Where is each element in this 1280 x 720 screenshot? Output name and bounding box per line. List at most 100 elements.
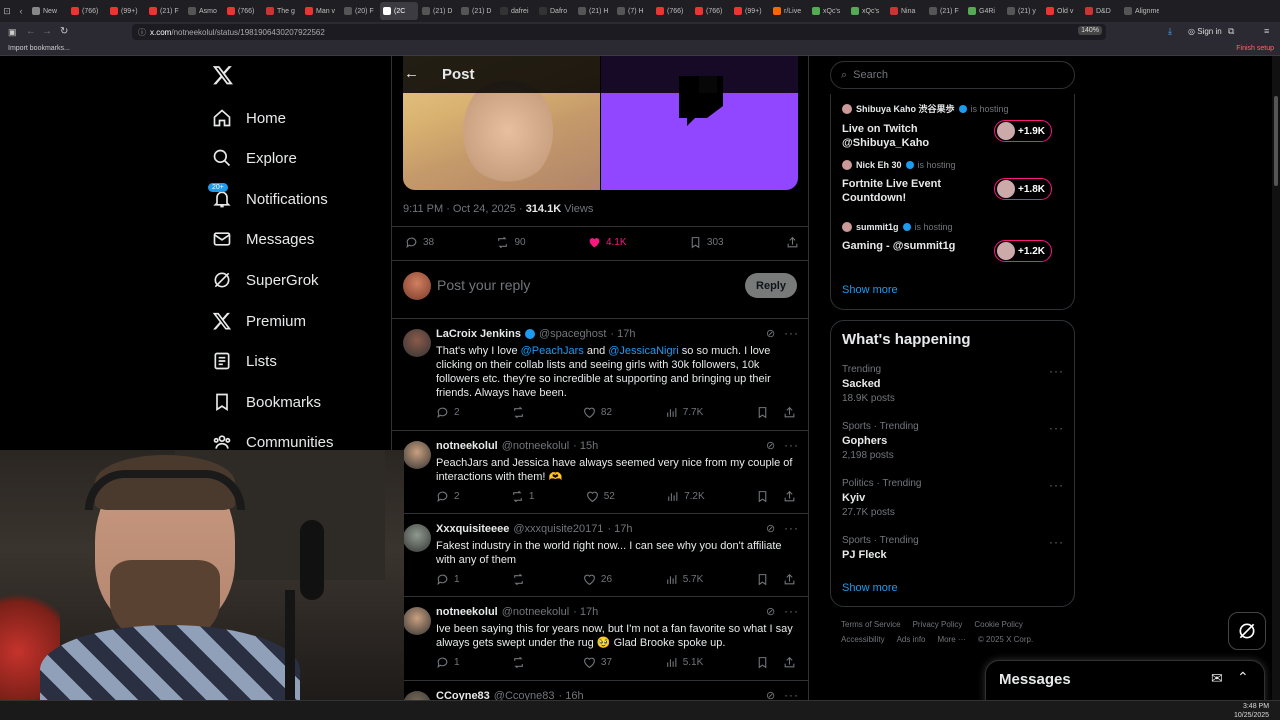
footer-link[interactable]: Accessibility: [841, 635, 885, 644]
reply-author-name[interactable]: LaCroix Jenkins: [436, 328, 521, 340]
browser-tab[interactable]: (21) D: [419, 2, 457, 20]
x-logo-icon[interactable]: [212, 64, 234, 89]
reply-author-handle[interactable]: @notneekolul: [502, 606, 569, 618]
footer-link[interactable]: Terms of Service: [841, 620, 901, 629]
mention-link[interactable]: @PeachJars: [521, 345, 584, 357]
trend-item[interactable]: Politics · Trending Kyiv 27.7K posts ···: [842, 478, 1064, 518]
reply-action[interactable]: 1: [436, 573, 460, 586]
new-message-icon[interactable]: ✉: [1211, 670, 1223, 687]
trend-more-icon[interactable]: ···: [1049, 364, 1064, 378]
share-action[interactable]: [783, 406, 796, 419]
repost-action[interactable]: [512, 406, 530, 419]
browser-tab[interactable]: Alignment: [1121, 2, 1159, 20]
reply-tweet[interactable]: Xxxquisiteeee @xxxquisite20171 · 17h ⊘ ··· Fa…: [392, 513, 808, 596]
tab-overview-icon[interactable]: ⊡: [0, 6, 14, 17]
more-options-icon[interactable]: ···: [784, 521, 799, 535]
browser-tab[interactable]: (21) F: [926, 2, 964, 20]
browser-tab[interactable]: r/Live: [770, 2, 808, 20]
avatar[interactable]: [403, 329, 431, 357]
browser-tab[interactable]: (20) F: [341, 2, 379, 20]
live-title[interactable]: Fortnite Live Event Countdown!: [842, 177, 1002, 205]
sidebar-item-premium[interactable]: Premium: [212, 306, 306, 336]
menu-icon[interactable]: ≡: [1264, 26, 1269, 36]
reply-button[interactable]: Reply: [745, 273, 797, 298]
reply-tweet[interactable]: notneekolul @notneekolul · 17h ⊘ ··· Ive been…: [392, 596, 808, 680]
repost-action[interactable]: [512, 656, 530, 669]
grok-explain-icon[interactable]: ⊘: [766, 327, 775, 340]
repost-action[interactable]: [512, 573, 530, 586]
live-stream-item[interactable]: Shibuya Kaho 渋谷果歩 is hosting Live on Twitc…: [842, 102, 1064, 154]
listener-count-pill[interactable]: +1.2K: [994, 240, 1052, 262]
reply-tweet[interactable]: notneekolul @notneekolul · 15h ⊘ ··· PeachJar…: [392, 430, 808, 513]
avatar[interactable]: [403, 607, 431, 635]
views-action[interactable]: 7.7K: [665, 406, 703, 419]
like-action[interactable]: 37: [583, 656, 612, 669]
browser-tab[interactable]: New: [29, 2, 67, 20]
grok-button[interactable]: [1228, 612, 1266, 650]
footer-link[interactable]: Cookie Policy: [974, 620, 1022, 629]
show-more-live[interactable]: Show more: [842, 284, 898, 296]
repost-action[interactable]: 90: [496, 236, 526, 249]
listener-count-pill[interactable]: +1.9K: [994, 120, 1052, 142]
avatar[interactable]: [403, 524, 431, 552]
messages-drawer[interactable]: Messages ✉ ⌃: [985, 660, 1265, 705]
reply-input[interactable]: Post your reply: [437, 277, 530, 293]
trend-item[interactable]: Sports · Trending Gophers 2,198 posts ···: [842, 421, 1064, 461]
host-name[interactable]: summit1g: [856, 222, 899, 232]
like-action[interactable]: 26: [583, 573, 612, 586]
live-stream-item[interactable]: Nick Eh 30 is hosting Fortnite Live Event …: [842, 160, 1064, 212]
reply-action[interactable]: 2: [436, 406, 460, 419]
browser-tab[interactable]: Nina: [887, 2, 925, 20]
sign-in-button[interactable]: ◎ Sign in: [1188, 27, 1222, 36]
footer-link[interactable]: Ads info: [897, 635, 926, 644]
browser-tab[interactable]: D&D: [1082, 2, 1120, 20]
sidebar-item-notifications[interactable]: Notifications 20+: [208, 183, 328, 214]
browser-tab[interactable]: (99+): [731, 2, 769, 20]
trend-more-icon[interactable]: ···: [1049, 478, 1064, 492]
bookmark-action[interactable]: [756, 656, 769, 669]
finish-setup-link[interactable]: Finish setup: [1236, 45, 1274, 52]
browser-tab[interactable]: dafrei: [497, 2, 535, 20]
reply-action[interactable]: 2: [436, 490, 460, 503]
show-more-trends[interactable]: Show more: [842, 582, 898, 594]
reply-author-name[interactable]: notneekolul: [436, 606, 498, 618]
extensions-icon[interactable]: ⧉: [1228, 26, 1234, 37]
repost-action[interactable]: 1: [511, 490, 534, 503]
bookmark-action[interactable]: [756, 573, 769, 586]
share-action[interactable]: [783, 656, 796, 669]
share-action[interactable]: [786, 236, 799, 249]
like-action[interactable]: 82: [583, 406, 612, 419]
browser-tab[interactable]: (766): [653, 2, 691, 20]
back-arrow-icon[interactable]: ←: [404, 65, 419, 82]
more-options-icon[interactable]: ···: [784, 326, 799, 340]
avatar[interactable]: [403, 441, 431, 469]
host-name[interactable]: Shibuya Kaho 渋谷果歩: [856, 102, 955, 115]
sidebar-toggle-icon[interactable]: ▣: [8, 27, 17, 38]
browser-tab[interactable]: (2C: [380, 2, 418, 20]
browser-tab[interactable]: (766): [692, 2, 730, 20]
reply-author-handle[interactable]: @xxxquisite20171: [513, 523, 603, 535]
browser-tab[interactable]: Asmo: [185, 2, 223, 20]
reload-icon[interactable]: ↻: [60, 26, 68, 37]
browser-tab[interactable]: (21) H: [575, 2, 613, 20]
reply-author-name[interactable]: notneekolul: [436, 440, 498, 452]
grok-explain-icon[interactable]: ⊘: [766, 439, 775, 452]
sidebar-item-home[interactable]: Home: [212, 103, 286, 133]
browser-tab[interactable]: (766): [224, 2, 262, 20]
live-stream-item[interactable]: summit1g is hosting Gaming - @summit1g +1.2…: [842, 222, 1064, 274]
bookmark-action[interactable]: 303: [689, 236, 724, 249]
more-options-icon[interactable]: ···: [784, 604, 799, 618]
trend-item[interactable]: Trending Sacked 18.9K posts ···: [842, 364, 1064, 404]
like-action[interactable]: 52: [586, 490, 615, 503]
live-title[interactable]: Gaming - @summit1g: [842, 239, 1002, 253]
forward-icon[interactable]: →: [42, 26, 52, 37]
share-action[interactable]: [783, 490, 796, 503]
browser-tab[interactable]: (21) F: [146, 2, 184, 20]
browser-tab[interactable]: (99+): [107, 2, 145, 20]
trend-item[interactable]: Sports · Trending PJ Fleck ···: [842, 535, 1064, 564]
browser-tab[interactable]: (766): [68, 2, 106, 20]
views-action[interactable]: 5.1K: [665, 656, 703, 669]
host-name[interactable]: Nick Eh 30: [856, 160, 902, 170]
browser-tab[interactable]: Man v: [302, 2, 340, 20]
browser-tab[interactable]: (21) D: [458, 2, 496, 20]
